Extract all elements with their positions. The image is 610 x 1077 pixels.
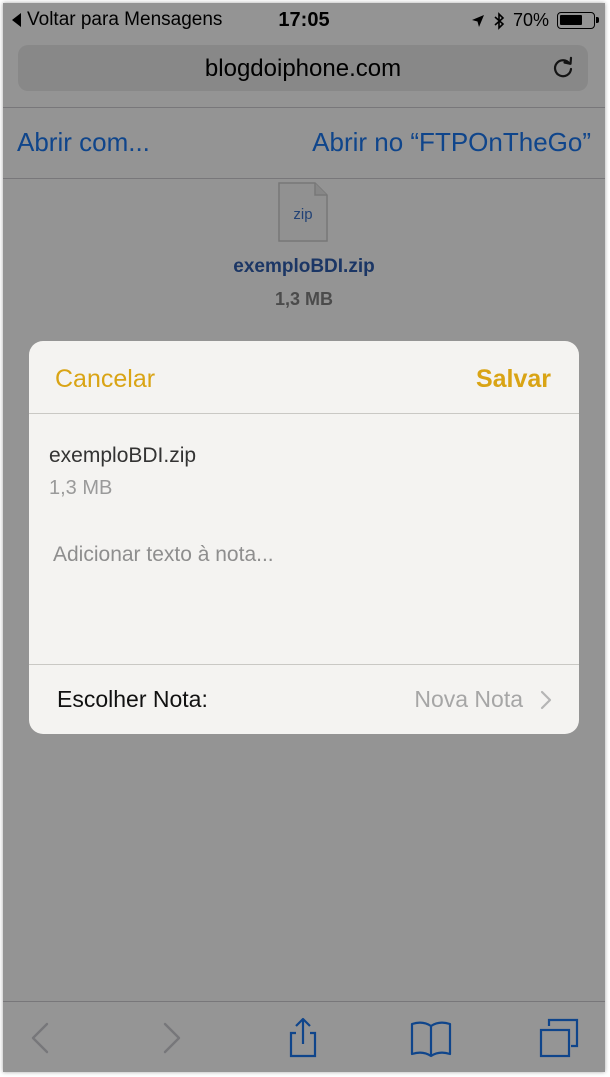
attachment-name: exemploBDI.zip	[49, 444, 197, 467]
choose-note-value: Nova Nota	[414, 686, 523, 712]
divider	[29, 413, 579, 414]
choose-note-label: Escolher Nota:	[57, 686, 208, 712]
screen: Voltar para Mensagens 17:05 70% blogdoip…	[3, 3, 605, 1072]
save-button[interactable]: Salvar	[476, 365, 551, 394]
chevron-right-icon	[540, 690, 552, 710]
notes-share-sheet: Cancelar Salvar exemploBDI.zip 1,3 MB Es…	[29, 341, 579, 734]
choose-note-row[interactable]: Escolher Nota: Nova Nota	[29, 665, 579, 734]
note-text-input[interactable]	[43, 537, 533, 573]
attachment-size: 1,3 MB	[49, 477, 113, 499]
cancel-button[interactable]: Cancelar	[55, 365, 155, 394]
